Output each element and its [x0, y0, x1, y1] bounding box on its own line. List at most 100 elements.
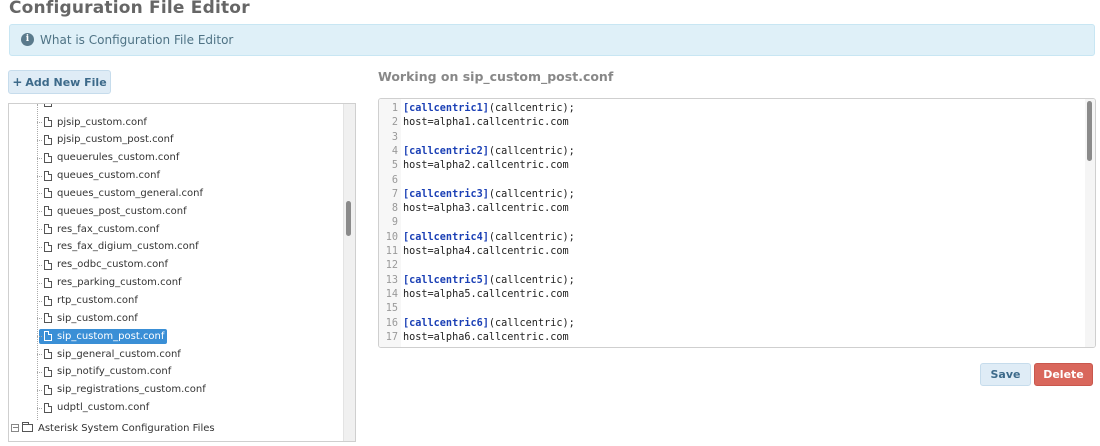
tree-item-body[interactable]: pjsip_custom.conf — [42, 115, 147, 130]
tree-connector — [37, 407, 42, 409]
line-text: host=alpha6.callcentric.com — [403, 331, 569, 345]
tree-folder-asterisk-system[interactable]: − Asterisk System Configuration Files — [11, 420, 215, 436]
tree-item-body[interactable]: rtp_custom.conf — [42, 293, 138, 308]
tree-item-label: res_fax_custom.conf — [57, 223, 160, 235]
file-icon — [44, 384, 52, 395]
code-line[interactable]: 8 host=alpha3.callcentric.com — [379, 202, 569, 216]
file-icon — [44, 188, 52, 199]
tree-connector — [37, 389, 42, 391]
add-new-file-label: Add New File — [25, 75, 107, 89]
tree-item[interactable]: sip_registrations_custom.conf — [37, 382, 206, 398]
tree-item[interactable]: pjsip_custom.conf — [37, 114, 147, 130]
page-title: Configuration File Editor — [9, 0, 250, 18]
tree-item[interactable]: res_parking_custom.conf — [37, 275, 182, 291]
tree-item[interactable]: sip_general_custom.conf — [37, 346, 181, 362]
tree-item-body[interactable]: queuerules_custom.conf — [42, 150, 179, 165]
tree-item-body[interactable]: res_parking_custom.conf — [42, 275, 182, 290]
tree-connector — [37, 264, 42, 266]
line-rest: (callcentric); — [488, 145, 575, 157]
tree-item[interactable]: queues_custom_general.conf — [37, 185, 203, 201]
line-number: 11 — [385, 246, 398, 257]
tree-item-body[interactable]: sip_custom_post.conf — [39, 328, 168, 344]
line-number: 14 — [385, 288, 398, 300]
tree-connector — [37, 318, 42, 320]
section-keyword: [callcentric3] — [403, 188, 489, 200]
file-icon — [44, 206, 52, 217]
info-banner-text[interactable]: What is Configuration File Editor — [40, 33, 233, 47]
tree-item[interactable]: sip_custom_post.conf — [37, 328, 168, 344]
plus-icon: + — [12, 75, 23, 89]
tree-item[interactable]: res_fax_digium_custom.conf — [37, 239, 199, 255]
code-line[interactable]: 9 — [379, 216, 403, 230]
code-line[interactable]: 16 [callcentric6](callcentric); — [379, 317, 575, 331]
tree-item-body[interactable]: sip_notify_custom.conf — [42, 364, 171, 379]
code-line[interactable]: 2 host=alpha1.callcentric.com — [379, 116, 569, 130]
code-line[interactable]: 10 [callcentric4](callcentric); — [379, 231, 575, 245]
tree-scrollbar-thumb[interactable] — [346, 201, 351, 236]
tree-connector — [37, 371, 42, 373]
tree-item[interactable]: rtp_custom.conf — [37, 293, 138, 309]
code-line[interactable]: 4 [callcentric2](callcentric); — [379, 145, 575, 159]
tree-connector — [37, 139, 42, 141]
code-line[interactable]: 11 host=alpha4.callcentric.com — [379, 245, 569, 259]
file-icon — [44, 134, 52, 145]
file-icon — [44, 104, 52, 107]
tree-item-body[interactable]: queues_custom_general.conf — [42, 186, 203, 201]
file-icon — [44, 295, 52, 306]
add-new-file-button[interactable]: + Add New File — [8, 70, 111, 94]
tree-item[interactable]: pjsip_custom_post.conf — [37, 132, 174, 148]
tree-connector — [37, 246, 42, 248]
tree-item[interactable]: queuerules_custom.conf — [37, 150, 179, 166]
tree-item-label: sip_notify_custom.conf — [57, 366, 172, 378]
line-number: 1 — [391, 103, 398, 114]
tree-item-body[interactable]: queues_custom.conf — [42, 168, 160, 183]
file-icon — [44, 349, 52, 360]
tree-scrollbar[interactable] — [343, 104, 355, 441]
tree-item[interactable]: udptl_custom.conf — [37, 400, 149, 416]
tree-item[interactable]: queues_post_custom.conf — [37, 203, 187, 219]
save-button[interactable]: Save — [980, 363, 1031, 386]
code-line[interactable]: 7 [callcentric3](callcentric); — [379, 188, 575, 202]
line-text: [callcentric3](callcentric); — [403, 188, 575, 202]
code-line[interactable]: 6 — [379, 174, 403, 188]
tree-item-body[interactable]: res_fax_digium_custom.conf — [42, 239, 199, 254]
line-number: 16 — [385, 317, 398, 329]
tree-item-label: rtp_custom.conf — [57, 295, 138, 306]
section-keyword: [callcentric4] — [403, 231, 489, 243]
tree-item-body[interactable]: res_odbc_custom.conf — [42, 257, 168, 272]
tree-item[interactable]: queues_custom.conf — [37, 168, 160, 184]
tree-item[interactable]: res_fax_custom.conf — [37, 221, 159, 237]
file-tree[interactable]: pjsip_custom.conf pjsip_custom_post.confq… — [8, 103, 356, 442]
code-line[interactable]: 17 host=alpha6.callcentric.com — [379, 331, 569, 345]
line-text: host=alpha1.callcentric.com — [403, 116, 569, 130]
tree-item-label: sip_custom.conf — [57, 312, 138, 324]
tree-item-body[interactable]: res_fax_custom.conf — [42, 222, 159, 237]
code-line[interactable]: 15 — [379, 302, 403, 316]
info-banner[interactable]: i What is Configuration File Editor — [9, 24, 1095, 56]
code-line[interactable]: 14 host=alpha5.callcentric.com — [379, 288, 569, 302]
file-icon — [44, 277, 52, 288]
editor-heading: Working on sip_custom_post.conf — [378, 69, 614, 84]
collapse-icon[interactable]: − — [11, 424, 19, 432]
tree-item-body[interactable]: sip_general_custom.conf — [42, 347, 181, 362]
tree-item-body[interactable]: udptl_custom.conf — [42, 400, 149, 415]
tree-item[interactable]: sip_notify_custom.conf — [37, 364, 171, 380]
editor-scrollbar-thumb[interactable] — [1087, 101, 1092, 161]
delete-button[interactable]: Delete — [1034, 363, 1093, 386]
code-editor[interactable]: 1 [callcentric1](callcentric); 2 host=alpha… — [378, 98, 1096, 348]
tree-item-body[interactable]: sip_custom.conf — [42, 311, 138, 326]
editor-scrollbar[interactable] — [1085, 99, 1095, 347]
line-rest: host=alpha2.callcentric.com — [403, 160, 569, 172]
tree-item[interactable]: res_odbc_custom.conf — [37, 257, 168, 273]
code-line[interactable]: 1 [callcentric1](callcentric); — [379, 102, 575, 116]
code-line[interactable]: 13 [callcentric5](callcentric); — [379, 274, 575, 288]
code-line[interactable]: 3 — [379, 131, 403, 145]
tree-connector — [37, 193, 42, 195]
tree-item[interactable]: sip_custom.conf — [37, 310, 138, 326]
tree-item-body[interactable]: pjsip_custom_post.conf — [42, 132, 174, 147]
tree-item-body[interactable]: queues_post_custom.conf — [42, 204, 187, 219]
code-line[interactable]: 5 host=alpha2.callcentric.com — [379, 159, 569, 173]
line-number: 9 — [391, 217, 398, 229]
code-line[interactable]: 12 — [379, 259, 403, 273]
tree-item-body[interactable]: sip_registrations_custom.conf — [42, 382, 206, 397]
